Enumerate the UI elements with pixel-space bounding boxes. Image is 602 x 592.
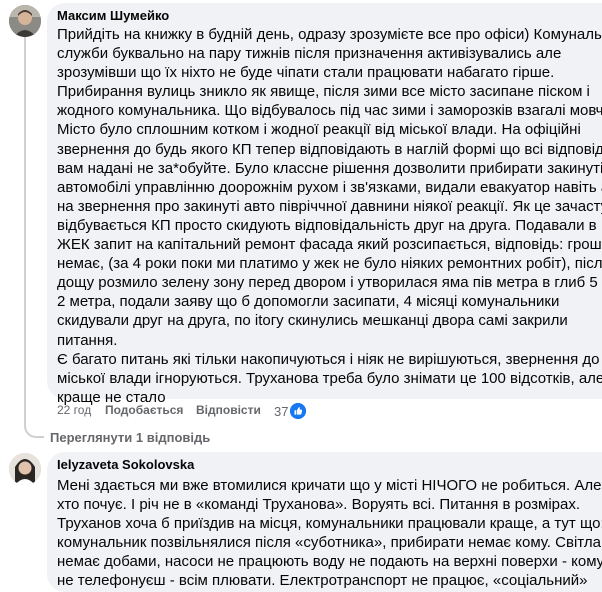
like-button[interactable]: Подобається bbox=[105, 403, 183, 417]
avatar-photo bbox=[9, 453, 41, 485]
comment-text: Мені здається ми вже втомилися кричати щ… bbox=[57, 477, 602, 590]
avatar[interactable] bbox=[9, 453, 41, 485]
reply-button[interactable]: Відповісти bbox=[196, 403, 261, 417]
avatar-photo bbox=[9, 5, 41, 37]
avatar[interactable] bbox=[9, 5, 41, 37]
view-replies-link[interactable]: Переглянути 1 відповідь bbox=[50, 430, 210, 445]
comment-author[interactable]: Ielyzaveta Sokolovska bbox=[57, 457, 194, 472]
comment-author[interactable]: Максим Шумейко bbox=[57, 8, 169, 23]
like-icon[interactable] bbox=[290, 403, 306, 419]
comment-text: Прийдіть на книжку в будній день, одразу… bbox=[57, 26, 602, 406]
comment-timestamp[interactable]: 22 год bbox=[57, 403, 91, 417]
reaction-count[interactable]: 37 bbox=[274, 404, 288, 419]
reply-thread-line bbox=[24, 37, 26, 423]
reply-thread-curve bbox=[24, 418, 44, 438]
